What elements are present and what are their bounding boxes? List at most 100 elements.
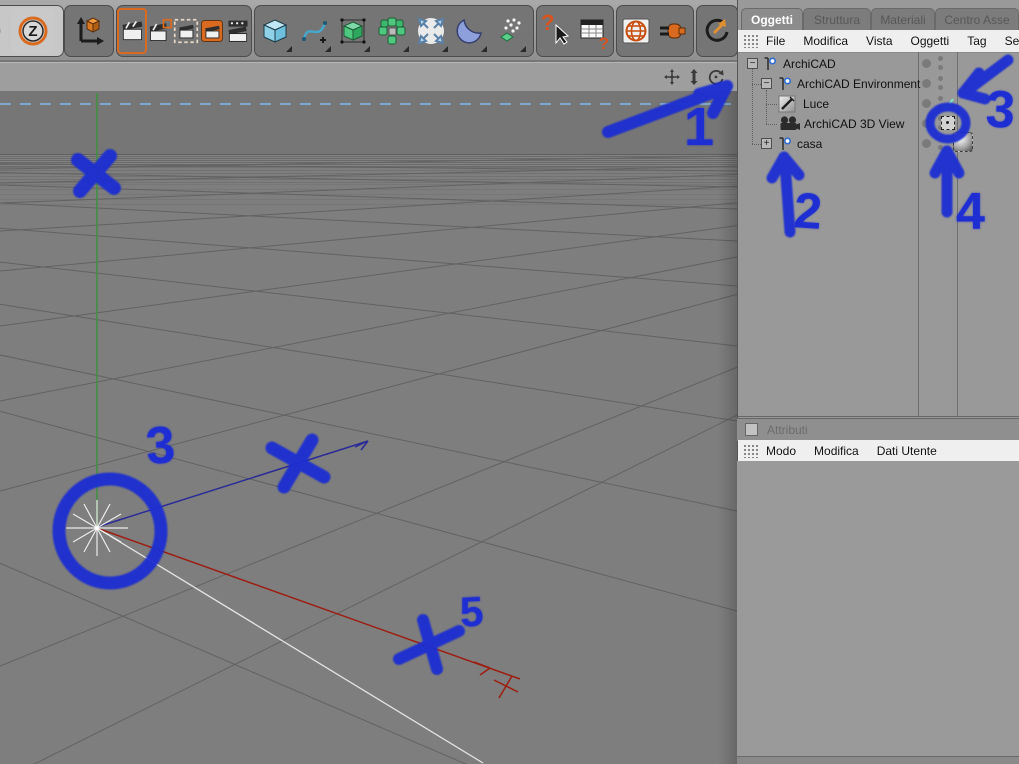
attributes-title: Attributi: [767, 422, 808, 437]
layer-dot[interactable]: [922, 139, 931, 148]
zoom-z-button[interactable]: Z: [11, 8, 55, 54]
axis-x-red: [96, 527, 521, 699]
null-object-icon: [764, 57, 777, 70]
null-object-icon: [779, 137, 792, 150]
menu-tag[interactable]: Tag: [967, 34, 986, 48]
visibility-render-dot[interactable]: [938, 145, 943, 150]
table-question-glyph: ?: [598, 34, 609, 53]
toolbar-group-render: [116, 5, 252, 57]
tab-oggetti[interactable]: Oggetti: [741, 8, 803, 31]
pan-view-button[interactable]: [664, 69, 680, 85]
visibility-render-dot[interactable]: [938, 65, 943, 70]
collapse-toggle[interactable]: −: [761, 78, 772, 89]
zoom-view-button[interactable]: [686, 69, 702, 85]
menu-modo[interactable]: Modo: [766, 444, 796, 458]
camera-object-icon: [780, 116, 800, 130]
menu-modifica[interactable]: Modifica: [803, 34, 848, 48]
attributes-lock-checkbox[interactable]: [745, 423, 758, 436]
render-region-button[interactable]: [147, 8, 173, 54]
viewport: [0, 60, 738, 764]
toolbar-group-help: ? ?: [536, 5, 614, 57]
toolbar-group-reset: [696, 5, 738, 57]
attributes-body: [737, 461, 1019, 756]
viewport-titlebar[interactable]: [0, 62, 737, 92]
toolbar-group-online: [616, 5, 694, 57]
zoom-view-icon: [690, 69, 698, 85]
visibility-editor-dot[interactable]: [938, 56, 943, 61]
viewport-canvas[interactable]: [0, 91, 738, 764]
layer-dot[interactable]: [922, 119, 931, 128]
tab-struttura[interactable]: Struttura: [803, 8, 871, 31]
menubar-grip-icon[interactable]: [743, 443, 758, 458]
toolbar-group-create: [254, 5, 534, 57]
tree-row-casa[interactable]: + casa: [737, 132, 1019, 154]
lens-icon: [455, 18, 482, 44]
layer-dot[interactable]: [922, 79, 931, 88]
context-help-button[interactable]: ?: [537, 8, 574, 54]
add-environment-button[interactable]: [450, 8, 489, 54]
axis-tool-button[interactable]: [65, 8, 111, 54]
add-deformer-button[interactable]: [411, 8, 450, 54]
menu-vista[interactable]: Vista: [866, 34, 892, 48]
command-manager-button[interactable]: ?: [574, 8, 611, 54]
rotate-view-button[interactable]: [708, 69, 724, 85]
add-modeling-button[interactable]: [372, 8, 411, 54]
menu-dati-utente[interactable]: Dati Utente: [877, 444, 937, 458]
objects-menubar: File Modifica Vista Oggetti Tag Segna: [738, 30, 1019, 53]
visibility-render-dot[interactable]: [938, 85, 943, 90]
visibility-editor-dot[interactable]: [938, 76, 943, 81]
material-sphere-icon[interactable]: [953, 132, 973, 152]
layer-dot[interactable]: [922, 59, 931, 68]
add-spline-button[interactable]: [294, 8, 333, 54]
render-target-icon[interactable]: [941, 116, 955, 130]
collapse-toggle[interactable]: −: [747, 58, 758, 69]
clapper-box-icon: [201, 20, 223, 42]
add-generator-button[interactable]: [333, 8, 372, 54]
menu-file[interactable]: File: [766, 34, 785, 48]
object-label: ArchiCAD: [783, 57, 836, 71]
render-settings-button[interactable]: [199, 8, 225, 54]
tree-row-archicad[interactable]: − ArchiCAD: [737, 54, 1019, 74]
menu-oggetti[interactable]: Oggetti: [911, 34, 950, 48]
enabled-check-icon[interactable]: [942, 98, 955, 111]
tab-label: Centro Asse: [944, 13, 1010, 27]
clapper-film-icon: [228, 20, 248, 42]
tab-label: Struttura: [813, 13, 861, 27]
expand-toggle[interactable]: +: [761, 138, 772, 149]
axis-cube-icon: [77, 17, 104, 45]
reset-layout-button[interactable]: [697, 8, 735, 54]
history-button[interactable]: [0, 8, 11, 54]
tree-row-luce[interactable]: Luce: [737, 94, 1019, 114]
panel-divider: [738, 416, 1019, 417]
object-label: Luce: [803, 97, 830, 111]
cage-cube-icon: [339, 18, 366, 44]
render-active-object-button[interactable]: [173, 8, 199, 54]
render-queue-button[interactable]: [225, 8, 251, 54]
tab-centro-asse[interactable]: Centro Asse: [935, 8, 1019, 31]
tree-row-archicad-environment[interactable]: − ArchiCAD Environment: [737, 74, 1019, 94]
attributes-titlebar[interactable]: Attributi: [737, 418, 1019, 441]
browser-button[interactable]: [617, 8, 654, 54]
toolbar-group-undo-zoom: Z: [0, 5, 64, 57]
spline-add-icon: [301, 21, 327, 43]
plugins-button[interactable]: [654, 8, 691, 54]
particles-icon: [499, 18, 521, 42]
clapper-selected-icon: [122, 20, 143, 41]
tab-materiali[interactable]: Materiali: [871, 8, 935, 31]
grid-lines: [0, 155, 737, 764]
render-view-button[interactable]: [117, 8, 147, 54]
attributes-menubar: Modo Modifica Dati Utente: [738, 440, 1019, 462]
visibility-editor-dot[interactable]: [938, 136, 943, 141]
menu-segna[interactable]: Segna: [1005, 34, 1019, 48]
add-particles-button[interactable]: [489, 8, 528, 54]
attributes-bottom-strip: [737, 756, 1019, 764]
app-window: Z ? ? Oggetti Struttura Materiali Centro…: [0, 0, 1019, 764]
add-cube-button[interactable]: [255, 8, 294, 54]
menubar-grip-icon[interactable]: [743, 34, 758, 48]
menu-modifica-attr[interactable]: Modifica: [814, 444, 859, 458]
pan-view-icon: [664, 69, 680, 85]
tree-row-archicad-3d-view[interactable]: ArchiCAD 3D View: [737, 114, 1019, 134]
layer-dot[interactable]: [922, 99, 931, 108]
object-label: ArchiCAD Environment: [797, 77, 921, 91]
reset-arrow-icon: [705, 18, 729, 42]
